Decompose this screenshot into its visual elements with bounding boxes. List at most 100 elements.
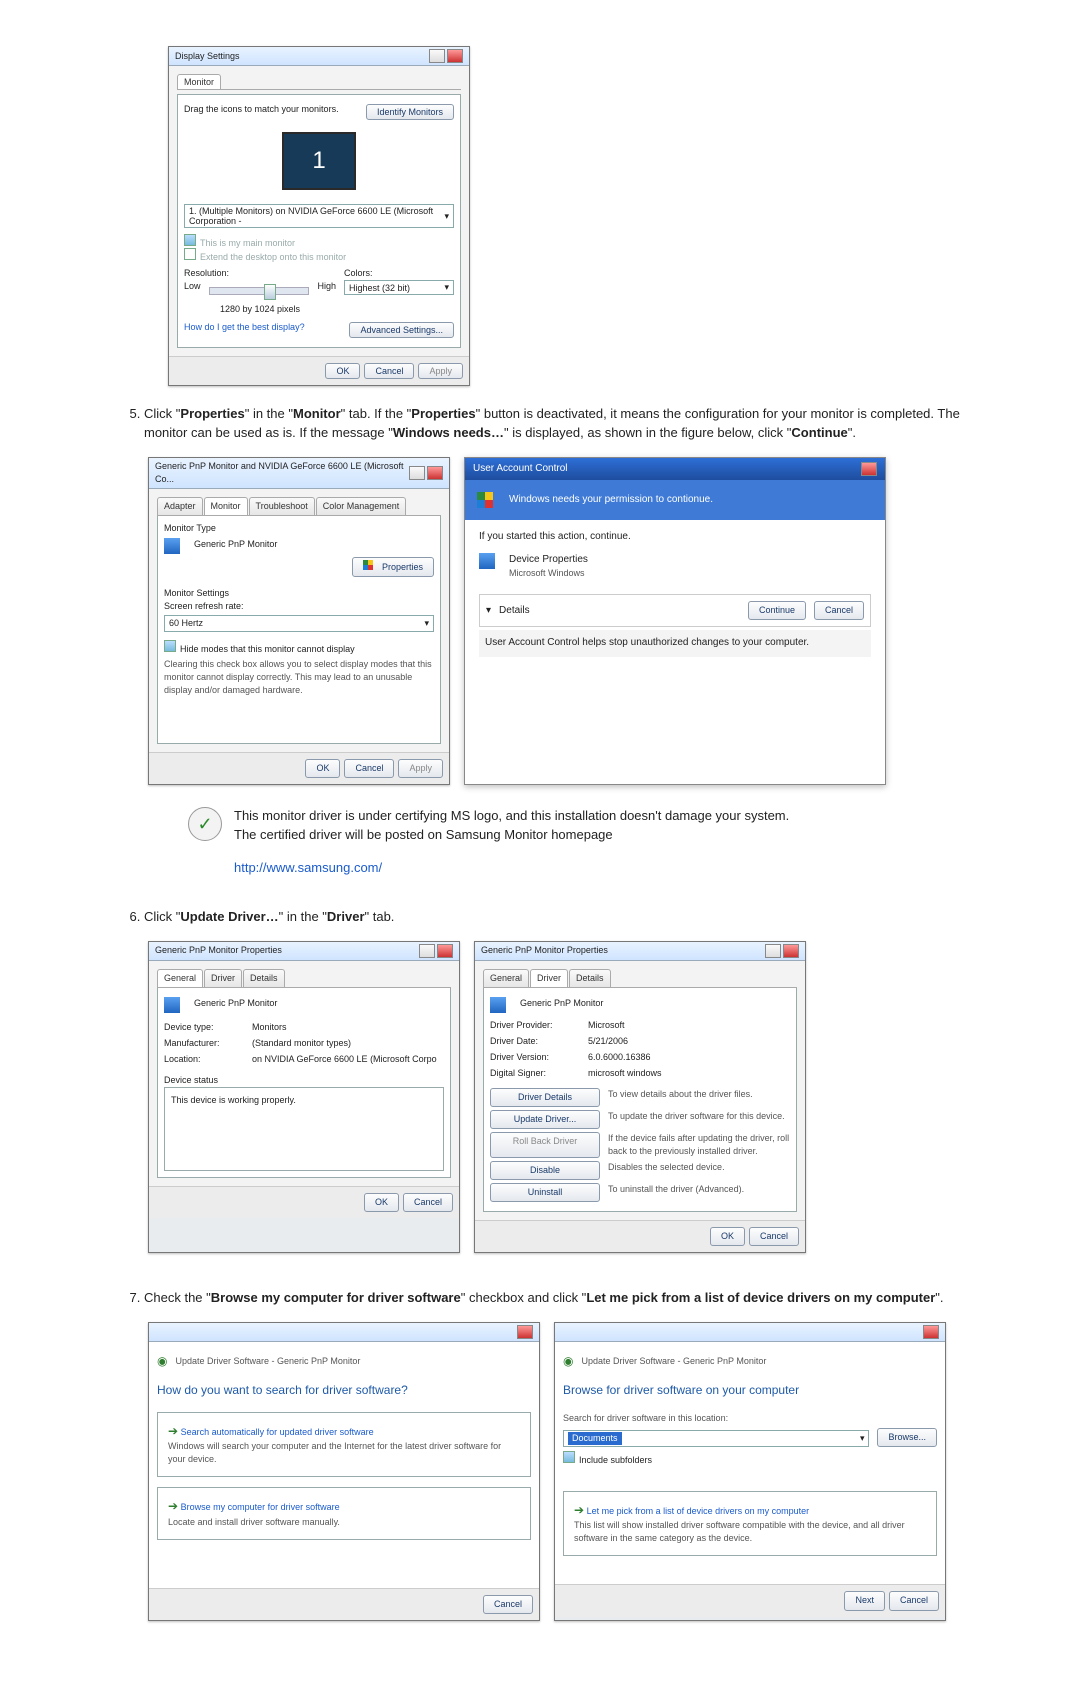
tab-monitor[interactable]: Monitor: [204, 497, 248, 515]
chevron-down-icon: ▾: [444, 211, 449, 222]
apply-button: Apply: [398, 759, 443, 778]
ok-button[interactable]: OK: [710, 1227, 745, 1246]
close-icon[interactable]: [783, 944, 799, 958]
resolution-value: 1280 by 1024 pixels: [184, 304, 336, 314]
help-icon[interactable]: [409, 466, 425, 480]
screenshot-display-settings: Display Settings Monitor Drag the icons …: [168, 46, 470, 386]
continue-button[interactable]: Continue: [748, 601, 806, 620]
screenshot-props-general: Generic PnP Monitor Properties General D…: [148, 941, 460, 1254]
tab-details[interactable]: Details: [569, 969, 611, 987]
cb-hide-modes[interactable]: [164, 640, 176, 652]
resolution-label: Resolution:: [184, 268, 336, 278]
help-link[interactable]: How do I get the best display?: [184, 322, 305, 338]
tab-driver[interactable]: Driver: [204, 969, 242, 987]
certification-note: ✓ This monitor driver is under certifyin…: [188, 807, 960, 878]
back-icon[interactable]: ◉: [563, 1353, 573, 1370]
cancel-button[interactable]: Cancel: [403, 1193, 453, 1212]
advanced-settings-button[interactable]: Advanced Settings...: [349, 322, 454, 338]
window-title: User Account Control: [473, 462, 568, 477]
drag-text: Drag the icons to match your monitors.: [184, 104, 358, 120]
wizard-option-pick-list[interactable]: ➔ Let me pick from a list of device driv…: [563, 1491, 937, 1556]
path-dropdown[interactable]: Documents▾: [563, 1430, 869, 1447]
step-5: Click "Properties" in the "Monitor" tab.…: [144, 405, 960, 878]
colors-dropdown[interactable]: Highest (32 bit)▾: [344, 280, 454, 295]
minimize-icon[interactable]: [429, 49, 445, 63]
tab-general[interactable]: General: [157, 969, 203, 987]
ok-button[interactable]: OK: [364, 1193, 399, 1212]
browse-button[interactable]: Browse...: [877, 1428, 937, 1447]
cancel-button[interactable]: Cancel: [483, 1595, 533, 1614]
uac-message: Windows needs your permission to contion…: [509, 493, 713, 508]
monitor-icon[interactable]: 1: [282, 132, 356, 190]
screenshot-wizard-browse: ◉Update Driver Software - Generic PnP Mo…: [554, 1322, 946, 1621]
apply-button: Apply: [418, 363, 463, 379]
ok-button[interactable]: OK: [305, 759, 340, 778]
close-icon[interactable]: [447, 49, 463, 63]
close-icon[interactable]: [437, 944, 453, 958]
uac-started-text: If you started this action, continue.: [479, 530, 871, 545]
samsung-link[interactable]: http://www.samsung.com/: [234, 860, 382, 875]
close-icon[interactable]: [517, 1325, 533, 1339]
device-status-box: This device is working properly.: [164, 1087, 444, 1171]
cancel-button[interactable]: Cancel: [344, 759, 394, 778]
monitor-icon: [164, 997, 180, 1013]
close-icon[interactable]: [427, 466, 443, 480]
wizard-option-auto[interactable]: ➔ Search automatically for updated drive…: [157, 1412, 531, 1477]
resolution-slider[interactable]: [209, 287, 310, 295]
window-title: Generic PnP Monitor Properties: [481, 944, 608, 957]
ok-button[interactable]: OK: [325, 363, 360, 379]
wizard-option-browse[interactable]: ➔ Browse my computer for driver software…: [157, 1487, 531, 1539]
step-7: Check the "Browse my computer for driver…: [144, 1289, 960, 1627]
next-button[interactable]: Next: [844, 1591, 885, 1610]
back-icon[interactable]: ◉: [157, 1353, 167, 1370]
monitor-selector[interactable]: 1. (Multiple Monitors) on NVIDIA GeForce…: [184, 204, 454, 228]
update-driver-button[interactable]: Update Driver...: [490, 1110, 600, 1129]
check-icon: ✓: [188, 807, 222, 841]
help-icon[interactable]: [765, 944, 781, 958]
monitor-icon: [490, 997, 506, 1013]
tab-adapter[interactable]: Adapter: [157, 497, 203, 515]
shield-icon: [363, 560, 373, 570]
cancel-button[interactable]: Cancel: [749, 1227, 799, 1246]
properties-button[interactable]: Properties: [352, 557, 434, 577]
identify-monitors-button[interactable]: Identify Monitors: [366, 104, 454, 120]
colors-label: Colors:: [344, 268, 454, 278]
arrow-icon: ➔: [168, 1424, 178, 1438]
tab-details[interactable]: Details: [243, 969, 285, 987]
chevron-down-icon[interactable]: ▾: [486, 604, 491, 619]
monitor-icon: [164, 538, 180, 554]
cancel-button[interactable]: Cancel: [814, 601, 864, 620]
cb-include-subfolders[interactable]: [563, 1451, 575, 1463]
cancel-button[interactable]: Cancel: [889, 1591, 939, 1610]
close-icon[interactable]: [861, 462, 877, 476]
screenshot-props-driver: Generic PnP Monitor Properties General D…: [474, 941, 806, 1254]
details-toggle[interactable]: Details: [499, 604, 740, 619]
tab-troubleshoot[interactable]: Troubleshoot: [249, 497, 315, 515]
cancel-button[interactable]: Cancel: [364, 363, 414, 379]
tab-driver[interactable]: Driver: [530, 969, 568, 987]
driver-details-button[interactable]: Driver Details: [490, 1088, 600, 1107]
help-icon[interactable]: [419, 944, 435, 958]
chevron-down-icon: ▾: [444, 282, 449, 293]
refresh-rate-dropdown[interactable]: 60 Hertz▾: [164, 615, 434, 632]
window-title: Generic PnP Monitor and NVIDIA GeForce 6…: [155, 460, 409, 486]
screenshot-monitor-props: Generic PnP Monitor and NVIDIA GeForce 6…: [148, 457, 450, 786]
titlebar: Display Settings: [169, 47, 469, 66]
uninstall-button[interactable]: Uninstall: [490, 1183, 600, 1202]
tab-color-mgmt[interactable]: Color Management: [316, 497, 407, 515]
window-title: Generic PnP Monitor Properties: [155, 944, 282, 957]
tab-monitor[interactable]: Monitor: [177, 74, 221, 89]
shield-icon: [477, 492, 493, 508]
screenshot-wizard-search: ◉Update Driver Software - Generic PnP Mo…: [148, 1322, 540, 1621]
close-icon[interactable]: [923, 1325, 939, 1339]
chevron-down-icon: ▾: [860, 1432, 865, 1445]
tab-general[interactable]: General: [483, 969, 529, 987]
roll-back-button: Roll Back Driver: [490, 1132, 600, 1158]
disable-button[interactable]: Disable: [490, 1161, 600, 1180]
refresh-rate-label: Screen refresh rate:: [164, 600, 434, 613]
wizard-heading: Browse for driver software on your compu…: [563, 1382, 937, 1399]
window-controls: [429, 49, 463, 63]
document-page: Display Settings Monitor Drag the icons …: [0, 0, 1080, 1697]
screenshot-uac: User Account Control Windows needs your …: [464, 457, 886, 786]
arrow-icon: ➔: [574, 1503, 584, 1517]
